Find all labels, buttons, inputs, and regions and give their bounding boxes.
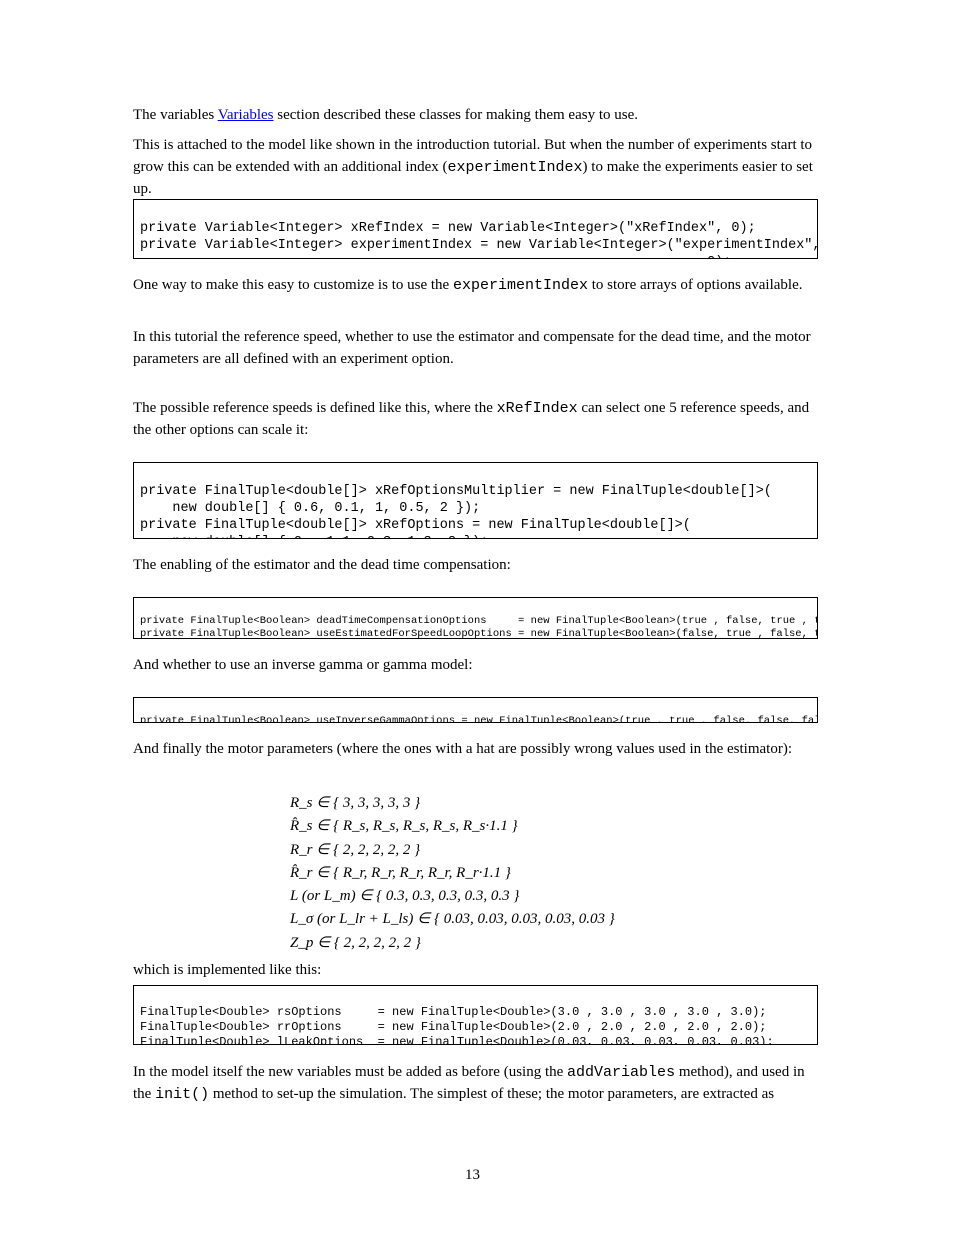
equation-l: L (or L_m) ∈ { 0.3, 0.3, 0.3, 0.3, 0.3 } bbox=[290, 885, 790, 908]
paragraph-after-intro: This is attached to the model like shown… bbox=[133, 135, 818, 200]
equation-rr-hat: R̂_r ∈ { R_r, R_r, R_r, R_r, R_r·1.1 } bbox=[290, 862, 790, 885]
paragraph-estimator-enable: The enabling of the estimator and the de… bbox=[133, 555, 818, 577]
equation-rs-hat: R̂_s ∈ { R_s, R_s, R_s, R_s, R_s·1.1 } bbox=[290, 815, 790, 838]
paragraph-gamma-model: And whether to use an inverse gamma or g… bbox=[133, 655, 818, 677]
equation-rr: R_r ∈ { 2, 2, 2, 2, 2 } bbox=[290, 839, 790, 862]
paragraph-motor-params: And finally the motor parameters (where … bbox=[133, 739, 818, 761]
paragraph-experiment-usage: One way to make this easy to customize i… bbox=[133, 275, 818, 297]
variables-link[interactable]: Variables bbox=[218, 107, 274, 123]
code-block-inverse-gamma: private FinalTuple<Boolean> useInverseGa… bbox=[133, 697, 818, 723]
paragraph-impl: which is implemented like this: bbox=[133, 960, 818, 982]
code-block-boolean-options: private FinalTuple<Boolean> deadTimeComp… bbox=[133, 597, 818, 639]
paragraph-tutorial-scope: In this tutorial the reference speed, wh… bbox=[133, 327, 818, 371]
paragraph-model-vars: In the model itself the new variables mu… bbox=[133, 1062, 818, 1106]
equation-rs: R_s ∈ { 3, 3, 3, 3, 3 } bbox=[290, 792, 790, 815]
code-block-param-options: FinalTuple<Double> rsOptions = new Final… bbox=[133, 985, 818, 1045]
intro-prefix: The variables bbox=[133, 107, 218, 123]
paragraph-ref-speeds: The possible reference speeds is defined… bbox=[133, 398, 818, 442]
page-number: 13 bbox=[465, 1165, 480, 1187]
code-block-xref-options: private FinalTuple<double[]> xRefOptions… bbox=[133, 462, 818, 539]
equation-zp: Z_p ∈ { 2, 2, 2, 2, 2 } bbox=[290, 932, 790, 955]
intro-suffix: section described these classes for maki… bbox=[274, 107, 638, 123]
intro-line: The variables Variables section describe… bbox=[133, 105, 813, 127]
equation-block: R_s ∈ { 3, 3, 3, 3, 3 } R̂_s ∈ { R_s, R_… bbox=[290, 792, 790, 955]
code-block-indices: private Variable<Integer> xRefIndex = ne… bbox=[133, 199, 818, 259]
equation-lsigma: L_σ (or L_lr + L_ls) ∈ { 0.03, 0.03, 0.0… bbox=[290, 908, 790, 931]
